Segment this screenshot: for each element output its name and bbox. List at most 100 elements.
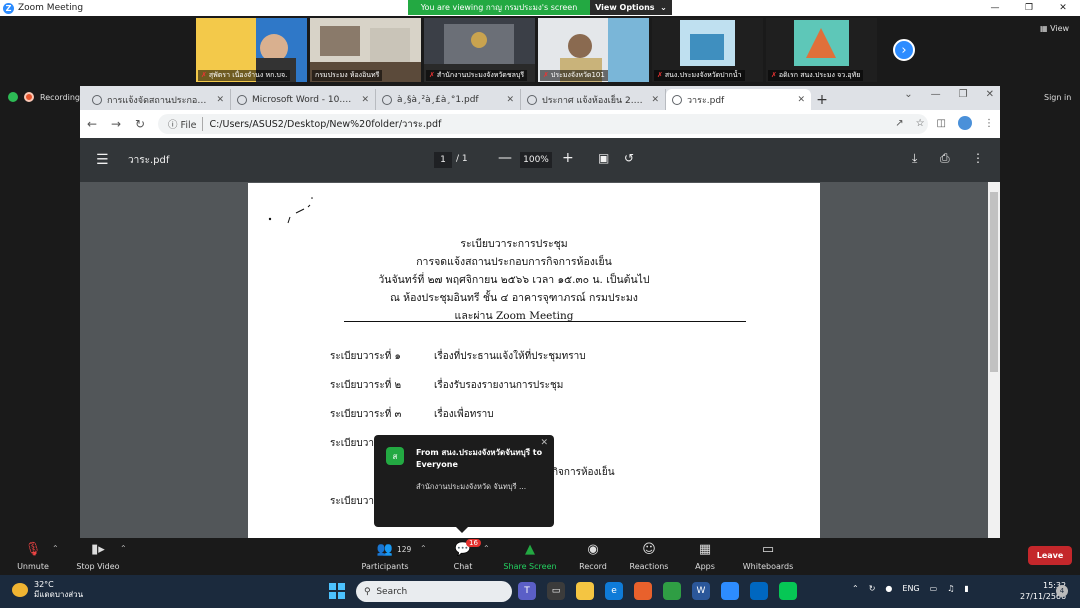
- leave-button[interactable]: Leave: [1028, 546, 1072, 565]
- page-total: / 1: [456, 154, 468, 164]
- unmute-button[interactable]: 🎙 Unmute: [16, 542, 50, 571]
- back-arrow-icon[interactable]: ←: [80, 117, 104, 131]
- participant-name: ✗ สำนักงานประมงจังหวัดชลบุรี: [426, 70, 528, 81]
- participant-thumbnails: ✗ สุพัตรา เนื่องจำนง หก.บจ. กรมประมง ห้อง…: [196, 18, 877, 82]
- url-input[interactable]: ⓘ File C:/Users/ASUS2/Desktop/New%20fold…: [158, 114, 928, 134]
- profile-avatar[interactable]: [958, 116, 972, 130]
- download-icon[interactable]: ⤓: [912, 151, 917, 166]
- weather-widget[interactable]: 32°C มีแดดบางส่วน: [12, 580, 83, 600]
- fit-page-icon[interactable]: ▣: [598, 151, 609, 165]
- pdf-toolbar: ☰ วาระ.pdf 1 / 1 — 100% + ▣ ↺ ⤓ ⎙ ⋮: [80, 138, 1000, 182]
- chevron-up-icon[interactable]: ⌃: [120, 544, 127, 553]
- chevron-up-icon[interactable]: ⌃: [852, 584, 859, 593]
- participant-thumbnail[interactable]: ✗ สำนักงานประมงจังหวัดชลบุรี: [424, 18, 535, 82]
- participant-thumbnail[interactable]: ✗ สนง.ประมงจังหวัดปากน้ำ: [652, 18, 763, 82]
- tab-close-icon[interactable]: ✕: [506, 95, 514, 105]
- browser-tab[interactable]: à¸§à¸²à¸£à¸°1.pdf ✕: [376, 89, 521, 110]
- restore-icon[interactable]: ❐: [1012, 0, 1046, 16]
- word-icon[interactable]: W: [692, 582, 710, 600]
- view-options-button[interactable]: View Options ⌄: [590, 0, 672, 15]
- search-icon: ⚲: [364, 586, 371, 597]
- browser-tab[interactable]: การแจ้งจัดสถานประกอบการกิ✕: [86, 89, 231, 110]
- reactions-button[interactable]: ☺ Reactions: [628, 542, 670, 571]
- tab-close-icon[interactable]: ✕: [797, 95, 805, 105]
- browser-tab[interactable]: ประกาศ แจ้งห้องเย็น 2.pdf ✕: [521, 89, 666, 110]
- participant-thumbnail[interactable]: กรมประมง ห้องอินทรี: [310, 18, 421, 82]
- participant-thumbnail[interactable]: ✗ อดิเรก สนง.ประมง จว.อุทัย: [766, 18, 877, 82]
- windows-start-icon[interactable]: [329, 583, 345, 599]
- menu-kebab-icon[interactable]: ⋮: [984, 118, 994, 129]
- zoom-out-icon[interactable]: —: [498, 150, 512, 166]
- pdf-scrollbar[interactable]: [988, 182, 1000, 538]
- taskbar-apps: T ▭ e W: [518, 582, 797, 600]
- tab-close-icon[interactable]: ✕: [651, 95, 659, 105]
- firefox-icon[interactable]: [634, 582, 652, 600]
- display-icon[interactable]: ▭: [930, 584, 938, 593]
- weather-text: มีแดดบางส่วน: [34, 590, 84, 599]
- participant-thumbnail[interactable]: ✗ สุพัตรา เนื่องจำนง หก.บจ.: [196, 18, 307, 82]
- browser-tab[interactable]: Microsoft Word - 10.doc ✕: [231, 89, 376, 110]
- browser-window-controls: ⌄ — ❐ ✕: [904, 89, 994, 100]
- file-explorer-icon[interactable]: [576, 582, 594, 600]
- stop-video-button[interactable]: ▮▸ Stop Video: [76, 542, 120, 571]
- edge-icon[interactable]: e: [605, 582, 623, 600]
- store-icon[interactable]: [750, 582, 768, 600]
- whiteboards-button[interactable]: ▭ Whiteboards: [740, 542, 796, 571]
- tab-close-icon[interactable]: ✕: [361, 95, 369, 105]
- view-button[interactable]: ▦ View: [1040, 24, 1069, 33]
- apps-button[interactable]: ▦ Apps: [690, 542, 720, 571]
- participant-thumbnail[interactable]: ✗ ประมงจังหวัด101: [538, 18, 649, 82]
- recording-indicator: Recording: [8, 92, 80, 102]
- task-view-icon[interactable]: ▭: [547, 582, 565, 600]
- tab-search-icon[interactable]: ⌄: [904, 89, 912, 100]
- zoom-in-icon[interactable]: +: [562, 150, 574, 166]
- notification-badge[interactable]: 4: [1056, 585, 1068, 597]
- zoom-control-bar: 🎙 Unmute ⌃ ▮▸ Stop Video ⌃ 👥 Participants ⌃…: [0, 538, 1080, 575]
- chrome-icon[interactable]: [663, 582, 681, 600]
- sync-icon[interactable]: ↻: [869, 584, 876, 593]
- more-options-icon[interactable]: ⋮: [972, 151, 984, 165]
- close-icon[interactable]: ✕: [1046, 0, 1080, 16]
- browser-tab-active[interactable]: วาระ.pdf ✕: [666, 89, 811, 110]
- minimize-icon[interactable]: —: [978, 0, 1012, 16]
- reload-icon[interactable]: ↻: [128, 117, 152, 131]
- scrollbar-thumb[interactable]: [990, 192, 998, 372]
- sign-in-link[interactable]: Sign in: [1044, 93, 1071, 102]
- hamburger-menu-icon[interactable]: ☰: [96, 152, 109, 168]
- share-icon[interactable]: ↗: [895, 118, 903, 129]
- chat-message: สำนักงานประมงจังหวัด จันทบุรี ...: [416, 482, 527, 491]
- new-tab-button[interactable]: +: [811, 89, 833, 110]
- close-icon[interactable]: ✕: [986, 89, 994, 100]
- agenda-subtitle: การจดแจ้งสถานประกอบการกิจการห้องเย็น: [416, 256, 612, 268]
- browser-tab-bar: การแจ้งจัดสถานประกอบการกิ✕ Microsoft Wor…: [80, 86, 1000, 110]
- forward-arrow-icon[interactable]: →: [104, 117, 128, 131]
- record-icon: ◉: [587, 542, 599, 557]
- participant-name: กรมประมง ห้องอินทรี: [312, 70, 383, 81]
- record-button[interactable]: ◉ Record: [576, 542, 610, 571]
- chat-notification[interactable]: ส ✕ From สนง.ประมงจังหวัดจันทบุรี to Eve…: [374, 435, 554, 533]
- sidepanel-icon[interactable]: ◫: [937, 118, 946, 129]
- chevron-up-icon[interactable]: ⌃: [483, 544, 490, 553]
- teams-icon[interactable]: T: [518, 582, 536, 600]
- zoom-app-icon[interactable]: [721, 582, 739, 600]
- restore-icon[interactable]: ❐: [959, 89, 968, 100]
- taskbar-search[interactable]: ⚲ Search: [356, 581, 512, 602]
- agenda-item: ระเบียบวาระที่ ๑เรื่องที่ประธานแจ้งให้ที…: [330, 351, 586, 362]
- zoom-level-input[interactable]: 100%: [520, 152, 552, 168]
- volume-icon[interactable]: ♫: [947, 584, 954, 593]
- star-icon[interactable]: ☆: [916, 118, 925, 129]
- language-indicator[interactable]: ENG: [902, 584, 919, 593]
- print-icon[interactable]: ⎙: [940, 151, 950, 166]
- microphone-icon[interactable]: ●: [885, 584, 892, 593]
- share-screen-button[interactable]: ▲ Share Screen: [502, 542, 558, 571]
- tab-close-icon[interactable]: ✕: [216, 95, 224, 105]
- mic-muted-icon: ✗: [771, 71, 777, 79]
- line-icon[interactable]: [779, 582, 797, 600]
- page-number-input[interactable]: 1: [434, 152, 452, 168]
- minimize-icon[interactable]: —: [931, 89, 941, 100]
- next-page-arrow-icon[interactable]: ›: [893, 39, 915, 61]
- chevron-up-icon[interactable]: ⌃: [52, 544, 59, 553]
- rotate-icon[interactable]: ↺: [624, 151, 634, 165]
- chevron-up-icon[interactable]: ⌃: [420, 544, 427, 553]
- battery-icon[interactable]: ▮: [964, 584, 968, 593]
